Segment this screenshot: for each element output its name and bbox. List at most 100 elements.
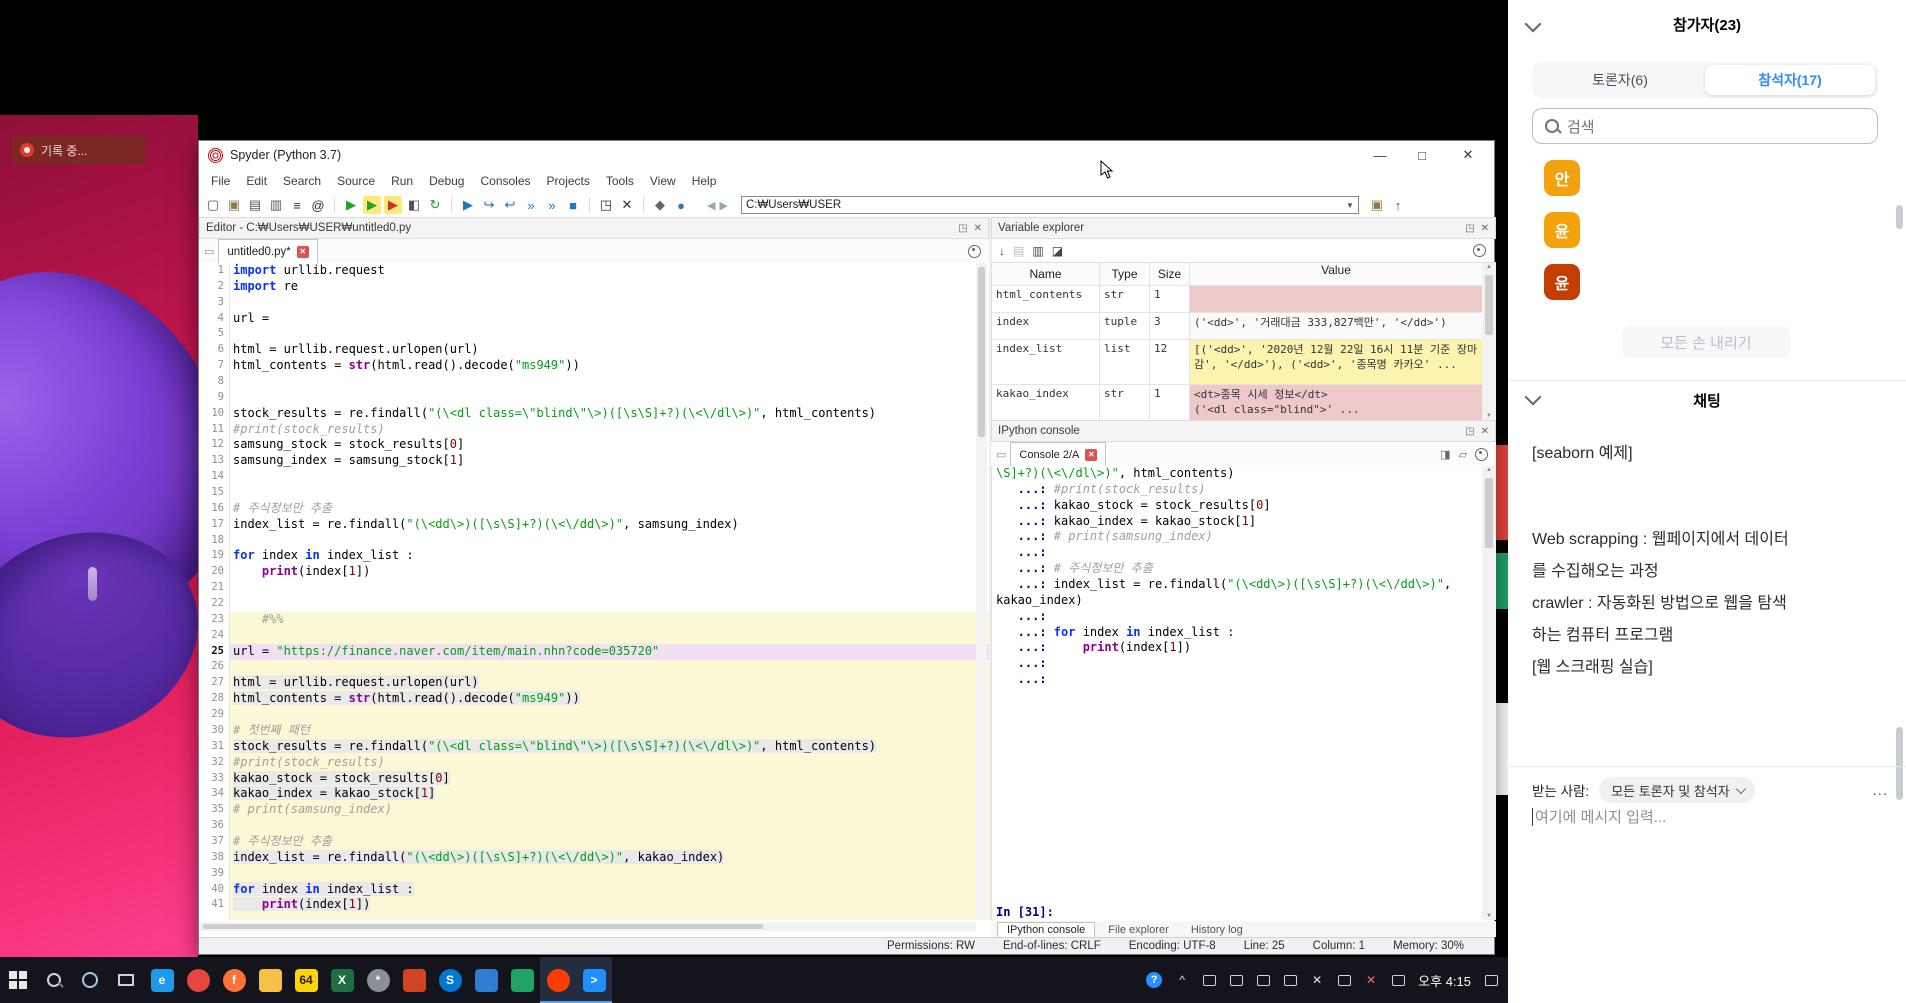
code-line-39[interactable]: 39: [199, 866, 989, 882]
chat-more-button[interactable]: ...: [1872, 782, 1888, 799]
run-cell-icon[interactable]: ▶: [363, 196, 381, 214]
step-return-icon[interactable]: »: [522, 196, 540, 214]
taskbar-app-edge[interactable]: e: [144, 957, 180, 1003]
taskbar-app-spyder-app[interactable]: [540, 957, 576, 1003]
participants-tab-attendees[interactable]: 참석자(17): [1705, 65, 1875, 95]
participant-avatar[interactable]: 윤: [1544, 264, 1580, 300]
console-scrollbar[interactable]: ▲ ▼: [1482, 466, 1496, 920]
code-line-32[interactable]: 32#print(stock_results): [199, 755, 989, 771]
new-file-icon[interactable]: ▢: [204, 196, 222, 214]
menu-source[interactable]: Source: [329, 174, 383, 188]
task-view-button[interactable]: [108, 957, 144, 1003]
column-header-size[interactable]: Size: [1150, 263, 1190, 285]
code-line-20[interactable]: 20 print(index[1]): [199, 564, 989, 580]
code-line-15[interactable]: 15: [199, 485, 989, 501]
variable-table[interactable]: NameTypeSizeValuehtml_contentsstr1indext…: [991, 263, 1483, 420]
code-line-23[interactable]: 23 #%%: [199, 612, 989, 628]
combo-dropdown-icon[interactable]: ▼: [1346, 201, 1354, 210]
inspect-icon[interactable]: ▱: [1459, 448, 1467, 461]
debug-icon[interactable]: ▶: [459, 196, 477, 214]
keyboard-icon[interactable]: [1391, 975, 1405, 986]
editor-vscrollbar[interactable]: [976, 263, 987, 920]
browse-tabs-icon[interactable]: ▭: [996, 448, 1006, 461]
taskbar-app-shield-app[interactable]: [468, 957, 504, 1003]
menu-consoles[interactable]: Consoles: [472, 174, 538, 188]
code-line-8[interactable]: 8: [199, 374, 989, 390]
variable-row-index_list[interactable]: index_listlist12[('<dd>', '2020년 12월 22일…: [992, 340, 1483, 385]
code-line-16[interactable]: 16# 주식정보만 추출: [199, 501, 989, 517]
menu-help[interactable]: Help: [684, 174, 725, 188]
code-line-24[interactable]: 24: [199, 628, 989, 644]
plugin-tab-file-explorer[interactable]: File explorer: [1099, 923, 1178, 937]
variable-row-kakao_index[interactable]: kakao_indexstr1 <dt>종목 시세 정보</dt> ('<dl …: [992, 385, 1483, 420]
code-line-40[interactable]: 40for index in index_list :: [199, 882, 989, 898]
nav-back-icon[interactable]: ◀: [707, 199, 715, 212]
participant-search-box[interactable]: 검색: [1532, 108, 1878, 144]
code-line-17[interactable]: 17index_list = re.findall("(\<dd\>)([\s\…: [199, 517, 989, 533]
step-into-icon[interactable]: ↪: [480, 196, 498, 214]
nav-forward-icon[interactable]: ▶: [719, 199, 727, 212]
chevron-up-icon[interactable]: ^: [1175, 973, 1189, 987]
chat-input[interactable]: 여기에 메시지 입력...: [1532, 806, 1882, 827]
editor-hscrollbar[interactable]: [199, 922, 976, 931]
save-icon[interactable]: ▤: [246, 196, 264, 214]
code-line-10[interactable]: 10stock_results = re.findall("(\<dl clas…: [199, 406, 989, 422]
plugin-tab-ipython-console[interactable]: IPython console: [997, 922, 1095, 937]
help-icon[interactable]: ?: [1146, 972, 1162, 988]
code-line-4[interactable]: 4url =: [199, 311, 989, 327]
python-env-icon[interactable]: ●: [672, 196, 690, 214]
plugin-tab-history-log[interactable]: History log: [1182, 923, 1252, 937]
participants-scrollbar[interactable]: [1896, 205, 1903, 229]
code-line-33[interactable]: 33kakao_stock = stock_results[0]: [199, 771, 989, 787]
browse-directory-icon[interactable]: ▣: [1368, 196, 1386, 214]
participants-tab-panelists[interactable]: 토론자(6): [1535, 65, 1705, 95]
notification-center-icon[interactable]: [1484, 975, 1498, 986]
console-tab[interactable]: Console 2/A ✕: [1010, 442, 1106, 466]
cortana-button[interactable]: [72, 957, 108, 1003]
fullscreen-icon[interactable]: ✕: [618, 196, 636, 214]
menu-view[interactable]: View: [642, 174, 684, 188]
save-all-icon[interactable]: ▥: [267, 196, 285, 214]
recipient-dropdown[interactable]: 모든 토론자 및 참석자: [1599, 777, 1754, 803]
code-line-7[interactable]: 7html_contents = str(html.read().decode(…: [199, 358, 989, 374]
run-cell-advance-icon[interactable]: ▶: [384, 196, 402, 214]
menu-debug[interactable]: Debug: [421, 174, 472, 188]
variable-options-gear-icon[interactable]: [1473, 244, 1486, 257]
run-selection-icon[interactable]: ◧: [405, 196, 423, 214]
taskbar-app-file-explorer[interactable]: [252, 957, 288, 1003]
save-data-icon[interactable]: ▤: [1013, 244, 1024, 258]
file-switcher-icon[interactable]: ≡: [288, 196, 306, 214]
chat-scrollbar[interactable]: [1896, 727, 1903, 800]
import-data-icon[interactable]: ↓: [999, 244, 1005, 258]
code-line-26[interactable]: 26: [199, 659, 989, 675]
stop-debug-icon[interactable]: ■: [564, 196, 582, 214]
code-line-12[interactable]: 12samsung_stock = stock_results[0]: [199, 437, 989, 453]
tab-close-icon[interactable]: ✕: [297, 246, 309, 258]
code-line-19[interactable]: 19for index in index_list :: [199, 548, 989, 564]
display-icon[interactable]: [1202, 975, 1216, 986]
reset-namespace-icon[interactable]: ◪: [1052, 244, 1063, 258]
code-line-18[interactable]: 18: [199, 533, 989, 549]
code-line-3[interactable]: 3: [199, 295, 989, 311]
console-options-gear-icon[interactable]: [1475, 448, 1488, 461]
column-header-name[interactable]: Name: [992, 263, 1100, 285]
minimize-button[interactable]: —: [1359, 141, 1401, 169]
undock-icon[interactable]: ◳: [958, 223, 967, 234]
continue-icon[interactable]: »: [543, 196, 561, 214]
menu-run[interactable]: Run: [383, 174, 421, 188]
maximize-button[interactable]: □: [1401, 141, 1443, 169]
code-line-31[interactable]: 31stock_results = re.findall("(\<dl clas…: [199, 739, 989, 755]
lower-all-hands-button[interactable]: 모든 손 내리기: [1622, 326, 1790, 358]
participant-avatar[interactable]: 윤: [1544, 212, 1580, 248]
code-line-13[interactable]: 13samsung_index = samsung_stock[1]: [199, 453, 989, 469]
taskbar-app-red-app[interactable]: [396, 957, 432, 1003]
menu-projects[interactable]: Projects: [539, 174, 598, 188]
code-line-34[interactable]: 34kakao_index = kakao_stock[1]: [199, 786, 989, 802]
code-line-14[interactable]: 14: [199, 469, 989, 485]
browse-tabs-icon[interactable]: ▭: [204, 245, 214, 258]
column-header-type[interactable]: Type: [1100, 263, 1150, 285]
menu-search[interactable]: Search: [275, 174, 329, 188]
code-line-6[interactable]: 6html = urllib.request.urlopen(url): [199, 342, 989, 358]
close-panel-icon[interactable]: ✕: [1481, 426, 1489, 437]
code-line-9[interactable]: 9: [199, 390, 989, 406]
